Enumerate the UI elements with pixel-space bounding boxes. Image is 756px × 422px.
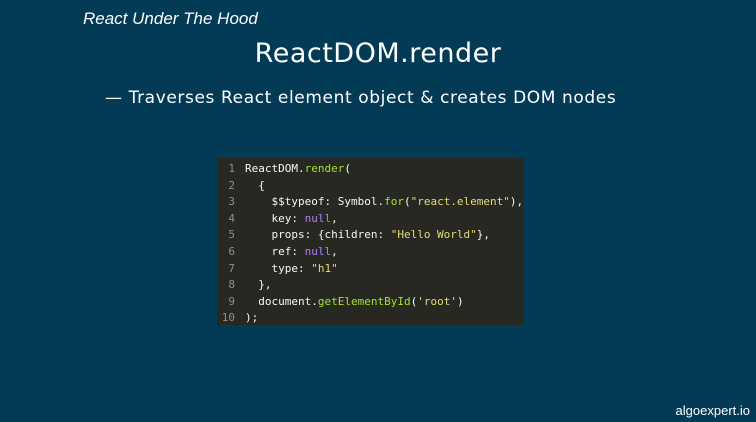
code-line: 2 { <box>217 178 524 195</box>
code-token: "Hello World" <box>390 228 477 242</box>
code-line: 1 ReactDOM.render( <box>217 161 524 178</box>
code-token: key: <box>245 211 305 225</box>
code-line: 10); <box>217 310 524 327</box>
line-number: 3 <box>228 195 235 209</box>
code-token: render <box>304 162 345 175</box>
line-code: }, <box>245 277 272 294</box>
code-token: ref: <box>245 244 305 258</box>
line-code: type: "h1" <box>245 261 338 278</box>
code-line: 8 }, <box>217 277 524 294</box>
code-line: 7 type: "h1" <box>217 261 524 278</box>
code-token: null <box>304 211 332 225</box>
code-token: , <box>331 211 338 225</box>
code-line: 6 ref: null, <box>217 244 524 261</box>
code-token: ( <box>344 162 351 175</box>
line-number: 4 <box>228 211 235 225</box>
code-token: ) <box>456 294 464 308</box>
line-number: 2 <box>228 178 235 192</box>
code-token: }, <box>245 278 272 292</box>
code-token: }, <box>476 228 491 242</box>
code-block: 1 ReactDOM.render(2 {3 $$typeof: Symbol.f… <box>217 158 524 325</box>
code-line: 3 $$typeof: Symbol.for("react.element"), <box>217 194 524 211</box>
code-token: getElementById <box>317 294 411 308</box>
line-number: 1 <box>228 162 235 175</box>
code-token: props: {children: <box>245 228 391 242</box>
line-code: ref: null, <box>245 244 338 261</box>
code-line: 5 props: {children: "Hello World"}, <box>217 227 524 244</box>
code-token: ); <box>245 311 259 325</box>
code-token: 'root' <box>417 294 457 308</box>
code-line: 9 document.getElementById('root') <box>217 294 524 311</box>
code-token: for <box>384 195 404 209</box>
line-number: 6 <box>228 244 235 258</box>
line-code: document.getElementById('root') <box>245 294 464 311</box>
line-number: 5 <box>228 228 235 242</box>
line-code: ReactDOM.render( <box>245 161 351 178</box>
line-number: 8 <box>228 278 235 292</box>
line-number: 7 <box>228 261 235 275</box>
code-token: , <box>331 244 338 258</box>
slide-title: React Under The Hood <box>83 9 258 28</box>
code-token: type: <box>245 261 312 275</box>
brand-watermark: algoexpert.io <box>675 403 750 418</box>
code-token: "react.element" <box>410 195 510 209</box>
handwritten-heading: ReactDOM.render <box>254 38 502 69</box>
code-line: 4 key: null, <box>217 211 524 228</box>
code-token: { <box>245 178 265 192</box>
code-token: ReactDOM. <box>245 162 305 175</box>
line-code: props: {children: "Hello World"}, <box>245 227 490 244</box>
code-token: ( <box>403 195 411 209</box>
line-code: key: null, <box>245 211 338 228</box>
line-number: 9 <box>228 294 235 308</box>
code-token: "h1" <box>311 261 338 275</box>
line-code: $$typeof: Symbol.for("react.element"), <box>245 194 523 211</box>
code-token: document. <box>245 294 318 308</box>
line-number: 10 <box>221 311 235 325</box>
code-token: ), <box>509 195 524 209</box>
code-token: $$typeof: Symbol. <box>245 195 385 209</box>
line-code: { <box>245 178 265 195</box>
code-token: null <box>304 244 332 258</box>
line-code: ); <box>245 310 258 327</box>
handwritten-bullet-note: — Traverses React element object & creat… <box>105 88 617 108</box>
